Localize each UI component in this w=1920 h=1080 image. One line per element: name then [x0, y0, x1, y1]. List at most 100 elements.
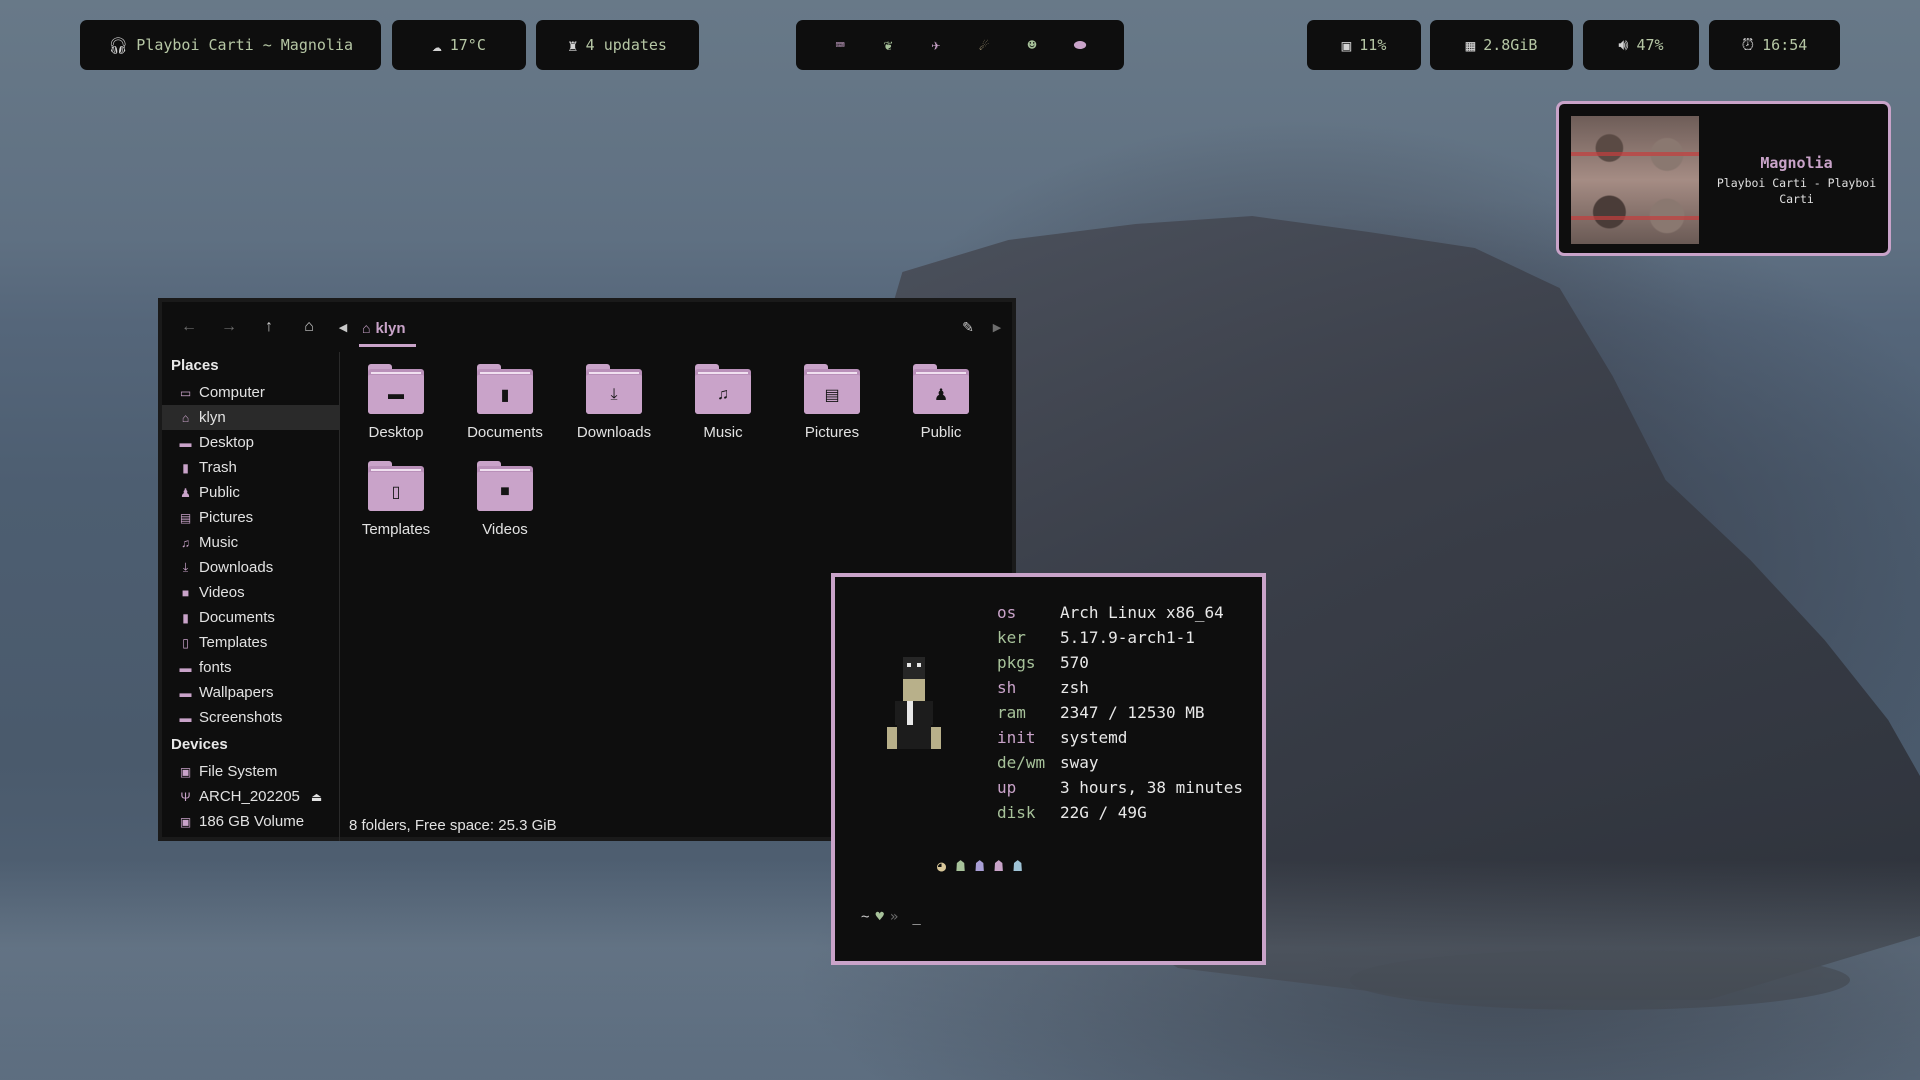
sidebar-item-fonts[interactable]: ▬ fonts	[162, 655, 340, 680]
devices-header: Devices	[171, 736, 228, 753]
cpu-widget-text: 11%	[1359, 36, 1387, 54]
meteor-icon[interactable]: ☄	[974, 35, 994, 55]
updates-widget-text: 4 updates	[585, 36, 667, 54]
ghost-icon: ☗	[1013, 857, 1023, 875]
cpu-icon: ▣	[1341, 35, 1352, 55]
memory-widget[interactable]: ▦ 2.8GiB	[1430, 20, 1573, 70]
sidebar-item-home[interactable]: ⌂ klyn	[162, 405, 340, 430]
ghost-icon: ♜	[568, 35, 578, 55]
sidebar-item-documents[interactable]: ▮ Documents	[162, 605, 340, 630]
now-playing-card[interactable]: Magnolia Playboi Carti - Playboi Carti	[1556, 101, 1891, 256]
telescope-icon[interactable]: ✈	[926, 35, 946, 55]
folder-public[interactable]: ♟ Public	[891, 364, 991, 452]
fetch-row-uptime: up 3 hours, 38 minutes	[997, 778, 1244, 797]
heart-icon: ♥	[875, 909, 884, 925]
alien-icon[interactable]: ☻	[1022, 35, 1042, 55]
alarm-clock-icon: ⏰︎	[1741, 35, 1755, 54]
media-widget[interactable]: 🎧︎ Playboi Carti ~ Magnolia	[80, 20, 381, 70]
ghost-icon: ☗	[975, 857, 985, 875]
volume-widget-text: 47%	[1636, 36, 1664, 54]
cpu-widget[interactable]: ▣ 11%	[1307, 20, 1421, 70]
breadcrumb-left-icon[interactable]: ◀	[332, 316, 354, 338]
trash-icon: ▮	[182, 460, 189, 475]
users-icon: ♟	[180, 485, 191, 500]
file-manager-toolbar: ← → ↑ ⌂ ◀ ⌂ klyn ✎ ▶	[162, 302, 1012, 352]
eject-icon[interactable]: ⏏	[311, 790, 322, 804]
template-icon: ▯	[368, 472, 424, 511]
updates-widget[interactable]: ♜ 4 updates	[536, 20, 699, 70]
sidebar-item-wallpapers[interactable]: ▬ Wallpapers	[162, 680, 340, 705]
sidebar-item-pictures[interactable]: ▤ Pictures	[162, 505, 340, 530]
pacman-icon: ◕	[937, 857, 947, 875]
folder-templates[interactable]: ▯ Templates	[346, 461, 446, 549]
image-icon: ▤	[804, 375, 860, 414]
breadcrumb-right-icon[interactable]: ▶	[986, 316, 1008, 338]
fetch-row-packages: pkgs 570	[997, 653, 1089, 672]
text-cursor: _	[912, 909, 921, 925]
user-icon: ♟	[913, 375, 969, 414]
pictures-icon: ▤	[179, 510, 192, 525]
ufo-icon[interactable]: ⬬	[1070, 35, 1090, 55]
clock-widget[interactable]: ⏰︎ 16:54	[1709, 20, 1840, 70]
forward-arrow-icon[interactable]: →	[218, 316, 240, 338]
drive-icon: ▣	[179, 814, 192, 829]
app-launcher: ⌨ ❦ ✈ ☄ ☻ ⬬	[796, 20, 1124, 70]
pencil-icon[interactable]: ✎	[957, 316, 979, 338]
media-widget-text: Playboi Carti ~ Magnolia	[136, 36, 354, 54]
headphones-icon: 🎧︎	[107, 35, 129, 55]
sidebar-item-arch-usb[interactable]: Ψ ARCH_202205 ⏏	[162, 784, 340, 809]
sidebar-item-downloads[interactable]: ⤓ Downloads	[162, 555, 340, 580]
folder-videos[interactable]: ■ Videos	[455, 461, 555, 549]
volume-widget[interactable]: 🔊︎ 47%	[1583, 20, 1699, 70]
breadcrumb-underline	[359, 344, 416, 347]
terminal-icon[interactable]: ⌨	[830, 35, 850, 55]
folder-downloads[interactable]: ⤓ Downloads	[564, 364, 664, 452]
pacman-row: ◕ ☗ ☗ ☗ ☗	[937, 857, 1022, 875]
sidebar-item-public[interactable]: ♟ Public	[162, 480, 340, 505]
sidebar-item-trash[interactable]: ▮ Trash	[162, 455, 340, 480]
home-icon[interactable]: ⌂	[298, 316, 320, 338]
terminal-window[interactable]: os Arch Linux x86_64 ker 5.17.9-arch1-1 pk…	[831, 573, 1266, 965]
sidebar-item-computer[interactable]: ▭ Computer	[162, 380, 340, 405]
sidebar-item-videos[interactable]: ■ Videos	[162, 580, 340, 605]
volume-icon: 🔊︎	[1618, 35, 1629, 54]
leaf-icon[interactable]: ❦	[878, 35, 898, 55]
places-header: Places	[171, 357, 219, 374]
fetch-row-disk: disk 22G / 49G	[997, 803, 1147, 822]
folder-icon: ▬	[179, 660, 192, 675]
sidebar-item-volume[interactable]: ▣ 186 GB Volume	[162, 809, 340, 834]
weather-widget[interactable]: ☁ 17°C	[392, 20, 526, 70]
folder-desktop[interactable]: ▬ Desktop	[346, 364, 446, 452]
fetch-row-os: os Arch Linux x86_64	[997, 603, 1224, 622]
album-cover	[1571, 116, 1699, 244]
document-icon: ▮	[477, 375, 533, 414]
home-icon: ⌂	[362, 320, 371, 336]
fetch-row-ram: ram 2347 / 12530 MB	[997, 703, 1205, 722]
video-icon: ■	[181, 585, 190, 600]
sidebar-item-screenshots[interactable]: ▬ Screenshots	[162, 705, 340, 730]
prompt-tilde: ~	[861, 909, 870, 925]
clock-widget-text: 16:54	[1762, 36, 1808, 54]
template-icon: ▯	[182, 635, 189, 650]
sidebar-item-music[interactable]: ♫ Music	[162, 530, 340, 555]
download-icon: ⤓	[182, 560, 189, 574]
fetch-row-wm: de/wm sway	[997, 753, 1099, 772]
shell-prompt[interactable]: ~ ♥ » _	[861, 909, 921, 925]
folder-documents[interactable]: ▮ Documents	[455, 364, 555, 452]
download-icon: ⤓	[586, 375, 642, 414]
folder-music[interactable]: ♫ Music	[673, 364, 773, 452]
breadcrumb[interactable]: ⌂ klyn	[362, 314, 405, 342]
music-icon: ♫	[181, 535, 190, 550]
sidebar-item-templates[interactable]: ▯ Templates	[162, 630, 340, 655]
fetch-row-init: init systemd	[997, 728, 1128, 747]
weather-widget-text: 17°C	[449, 36, 486, 54]
up-arrow-icon[interactable]: ↑	[258, 316, 280, 338]
home-icon: ⌂	[181, 410, 190, 425]
sidebar-item-file-system[interactable]: ▣ File System	[162, 759, 340, 784]
prompt-chevrons: »	[889, 909, 899, 925]
folder-icon: ▬	[179, 685, 192, 700]
ghost-icon: ☗	[994, 857, 1004, 875]
back-arrow-icon[interactable]: ←	[178, 316, 200, 338]
sidebar-item-desktop[interactable]: ▬ Desktop	[162, 430, 340, 455]
folder-pictures[interactable]: ▤ Pictures	[782, 364, 882, 452]
